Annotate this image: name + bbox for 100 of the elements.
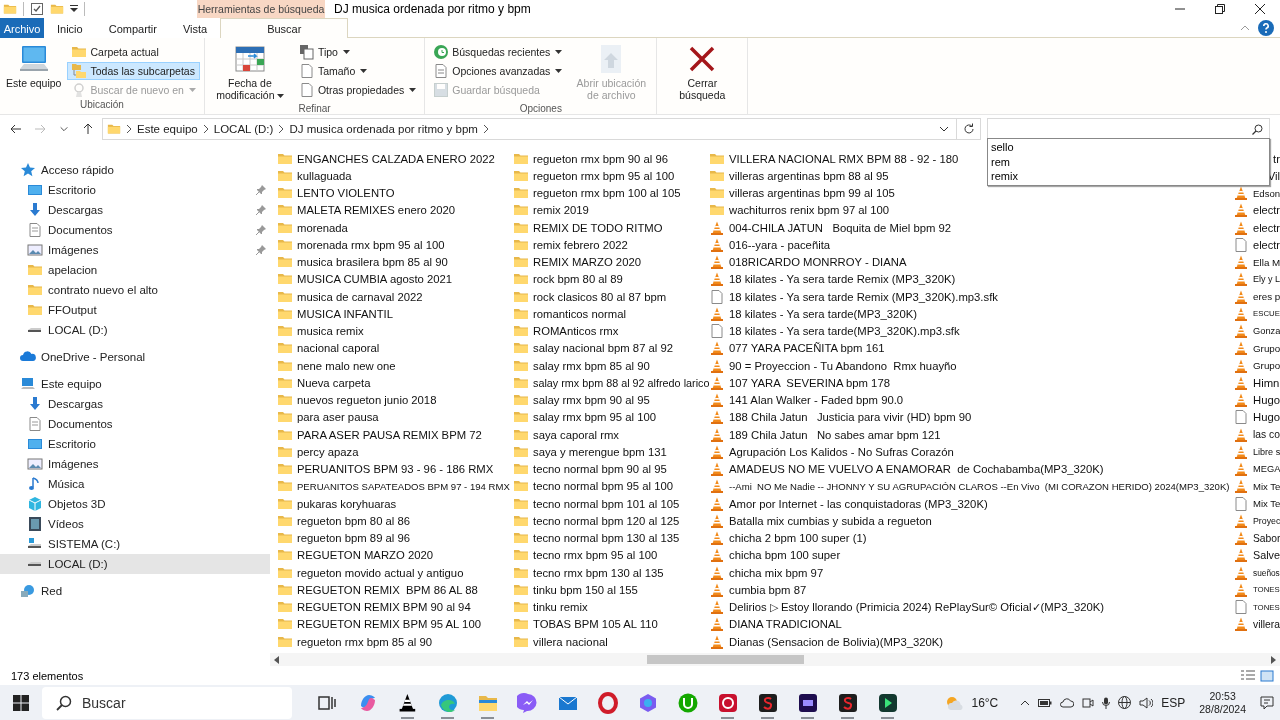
file-item[interactable]: Edson	[1233, 184, 1280, 202]
file-item[interactable]: tinku remix	[513, 598, 588, 616]
file-item[interactable]: regueton rmx bpm 95 al 100	[513, 167, 675, 185]
ribbon-button[interactable]: Este equipo	[4, 41, 64, 99]
file-item[interactable]: saya caporal rmx	[513, 426, 619, 444]
file-item[interactable]: regueton bpm 80 al 86	[277, 512, 411, 530]
file-item[interactable]: 90 = Proyeccion - Tu Abandono Rmx huayño	[709, 357, 957, 375]
file-item[interactable]: 077 YARA PACEÑITA bpm 161	[709, 339, 885, 357]
app-icon[interactable]	[836, 691, 859, 714]
globe-icon[interactable]	[1118, 696, 1132, 709]
file-item[interactable]: Salve	[1233, 546, 1280, 564]
file-item[interactable]: REMIX DE TODO RITMO	[513, 219, 663, 237]
nav-item[interactable]: contrato nuevo el alto	[0, 280, 270, 300]
file-item[interactable]: para aser pausa	[277, 408, 379, 426]
file-item[interactable]: Ella M	[1233, 253, 1280, 271]
file-item[interactable]: electr	[1233, 236, 1280, 254]
ribbon-button[interactable]: Opciones avanzadas	[429, 62, 567, 80]
horizontal-scrollbar[interactable]	[270, 653, 1280, 666]
file-item[interactable]: romanticos normal	[513, 305, 626, 323]
file-item[interactable]: cumbia bpm 87	[709, 581, 807, 599]
ribbon-tab[interactable]: Buscar	[220, 18, 349, 38]
file-item[interactable]: nacional caporal	[277, 339, 380, 357]
scroll-right-icon[interactable]	[1270, 655, 1276, 664]
chat-bubble-icon[interactable]	[516, 691, 539, 714]
clock-date[interactable]: 28/8/2024	[1199, 702, 1246, 716]
file-item[interactable]: electr	[1233, 219, 1280, 237]
taskbar-search-field[interactable]: Buscar	[42, 686, 292, 719]
file-item[interactable]: salay rmx bpm 90 al 95	[513, 391, 650, 409]
file-item[interactable]: nuevos regueton junio 2018	[277, 391, 437, 409]
file-item[interactable]: Agrupación Los Kalidos - No Sufras Corazón	[709, 443, 954, 461]
file-item[interactable]: salay nacional bpm 87 al 92	[513, 339, 674, 357]
back-icon[interactable]	[10, 123, 22, 135]
clock-time[interactable]: 20:53	[1209, 689, 1236, 703]
ribbon-button[interactable]: Búsquedas recientes	[429, 43, 567, 61]
file-item[interactable]: morenada	[277, 219, 348, 237]
ribbon-button[interactable]: Tipo	[294, 43, 421, 61]
file-item[interactable]: tecno normal bpm 120 al 125	[513, 512, 680, 530]
file-item[interactable]: electr	[1233, 201, 1280, 219]
suggestion-item[interactable]: remix	[988, 169, 1269, 184]
ribbon-button[interactable]: Tamaño	[294, 62, 421, 80]
file-item[interactable]: rock bpm 80 al 89	[513, 270, 623, 288]
file-item[interactable]: Dianas (Sensacion de Bolivia)(MP3_320K)	[709, 633, 944, 651]
refresh-icon[interactable]	[962, 123, 975, 135]
help-icon[interactable]	[1258, 19, 1274, 36]
file-item[interactable]: MEGA	[1233, 460, 1280, 478]
file-item[interactable]: eres p	[1233, 288, 1280, 306]
file-item[interactable]: 188 Chila Jatun Justicia para vivir (HD) bpm 90	[709, 408, 972, 426]
file-item[interactable]: chicha bpm 100 super	[709, 546, 841, 564]
file-item[interactable]: Proyec	[1233, 512, 1280, 530]
file-item[interactable]: musica de carnaval 2022	[277, 288, 423, 306]
file-item[interactable]: Amor por Internet - las conquistadoras (MP3_320K)	[709, 495, 988, 513]
nav-item[interactable]: Documentos	[0, 220, 270, 240]
file-item[interactable]: kullaguada	[277, 167, 352, 185]
file-item[interactable]: REGUETON REMIX BPM 95 AL 100	[277, 615, 481, 633]
search-field[interactable]	[987, 118, 1270, 140]
file-item[interactable]: tecno rmx bpm 95 al 100	[513, 546, 658, 564]
nav-item[interactable]: SISTEMA (C:)	[0, 534, 270, 554]
file-item[interactable]: Gonza	[1233, 322, 1280, 340]
notification-icon[interactable]	[1260, 695, 1274, 710]
file-item[interactable]: salay rmx bpm 95 al 100	[513, 408, 657, 426]
nav-item[interactable]: Descargas	[0, 200, 270, 220]
customize-caret-icon[interactable]	[70, 5, 78, 13]
file-item[interactable]: Batalla mix cumbias y subida a regueton	[709, 512, 932, 530]
file-item[interactable]: villeras argentinas bpm 99 al 105	[709, 184, 895, 202]
nav-item[interactable]: Música	[0, 474, 270, 494]
file-item[interactable]: 107 YARA SEVERINA bpm 178	[709, 374, 890, 392]
breadcrumb[interactable]: Este equipo	[133, 123, 202, 135]
file-item[interactable]: REMIX MARZO 2020	[513, 253, 641, 271]
file-item[interactable]: las co	[1233, 426, 1280, 444]
file-item[interactable]: pukaras koryhuaras	[277, 495, 397, 513]
properties-icon[interactable]	[30, 2, 44, 16]
nav-item[interactable]: Objetos 3D	[0, 494, 270, 514]
file-item[interactable]: saya y merengue bpm 131	[513, 443, 667, 461]
show-hidden-icons-icon[interactable]	[1020, 699, 1031, 706]
file-item[interactable]: MUSICA CUMBIA agosto 2021	[277, 270, 453, 288]
file-item[interactable]: chicha mix bpm 97	[709, 564, 824, 582]
file-item[interactable]: remix febrero 2022	[513, 236, 628, 254]
nav-item[interactable]: Este equipo	[0, 374, 270, 394]
ring-icon[interactable]	[596, 691, 619, 714]
file-item[interactable]: PARA ASER PAUSA REMIX BPM 72	[277, 426, 482, 444]
up-icon[interactable]	[82, 123, 94, 135]
suggestion-item[interactable]: rem	[988, 154, 1269, 169]
file-item[interactable]: Ely y L	[1233, 270, 1280, 288]
file-item[interactable]: Himn	[1233, 374, 1280, 392]
file-item[interactable]: percy apaza	[277, 443, 359, 461]
file-item[interactable]: ENGANCHES CALZADA ENERO 2022	[277, 150, 495, 168]
nav-item[interactable]: LOCAL (D:)	[0, 320, 270, 340]
file-item[interactable]: musica brasilera bpm 85 al 90	[277, 253, 448, 271]
file-item[interactable]: Mix Te	[1233, 477, 1280, 495]
file-item[interactable]: nene malo new one	[277, 357, 396, 375]
collapse-ribbon-icon[interactable]	[1240, 24, 1250, 31]
file-item[interactable]: Hugo	[1233, 408, 1280, 426]
file-item[interactable]: TOBAS BPM 105 AL 110	[513, 615, 658, 633]
app-icon[interactable]	[796, 691, 819, 714]
app-icon[interactable]	[876, 691, 899, 714]
camera-icon[interactable]	[1082, 696, 1095, 709]
file-item[interactable]: villera nacional	[513, 633, 608, 651]
large-icons-view-icon[interactable]	[1260, 669, 1274, 682]
letter-circle-icon[interactable]	[676, 691, 699, 714]
file-item[interactable]: regueton rmx bpm 90 al 96	[513, 150, 668, 168]
